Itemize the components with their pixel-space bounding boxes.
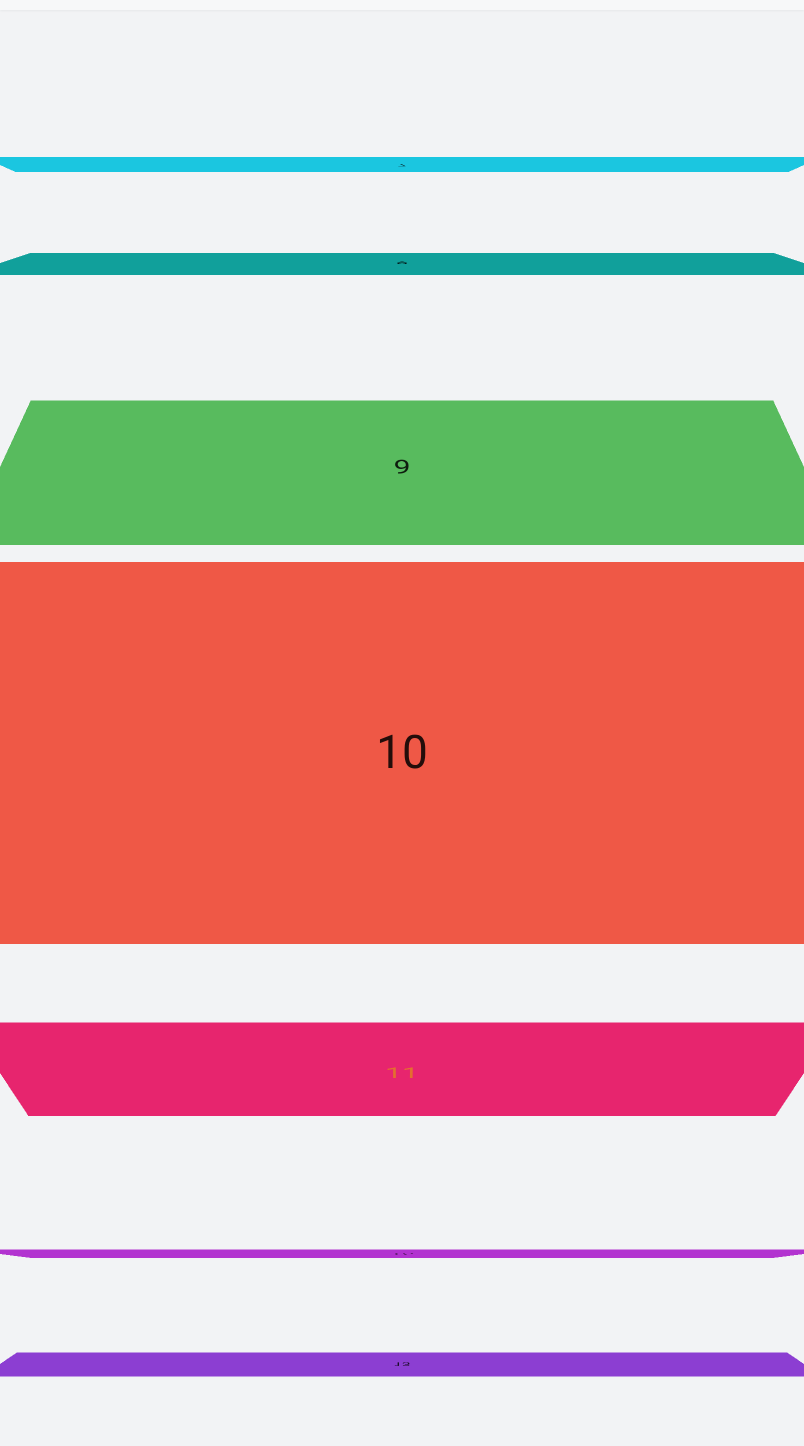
wheel-item-label: 8 <box>396 261 409 265</box>
wheel-item-label: 10 <box>376 726 428 780</box>
wheel-picker[interactable]: 7 8 9 10 11 12 13 <box>0 10 804 1426</box>
wheel-item[interactable]: 9 <box>0 401 804 545</box>
wheel-item-label: 9 <box>393 456 410 479</box>
top-bar <box>0 0 804 10</box>
wheel-item[interactable]: 8 <box>0 253 804 275</box>
wheel-item-label: 7 <box>398 163 407 167</box>
wheel-item[interactable]: 11 <box>0 1023 804 1117</box>
wheel-item-label: 13 <box>393 1361 410 1367</box>
wheel-item[interactable]: 10 <box>0 562 804 944</box>
wheel-item[interactable]: 13 <box>0 1353 804 1377</box>
wheel-item[interactable]: 12 <box>0 1249 804 1258</box>
wheel-item-label: 12 <box>389 1253 414 1254</box>
wheel-item-label: 11 <box>385 1064 419 1082</box>
wheel-item[interactable]: 7 <box>0 157 804 172</box>
